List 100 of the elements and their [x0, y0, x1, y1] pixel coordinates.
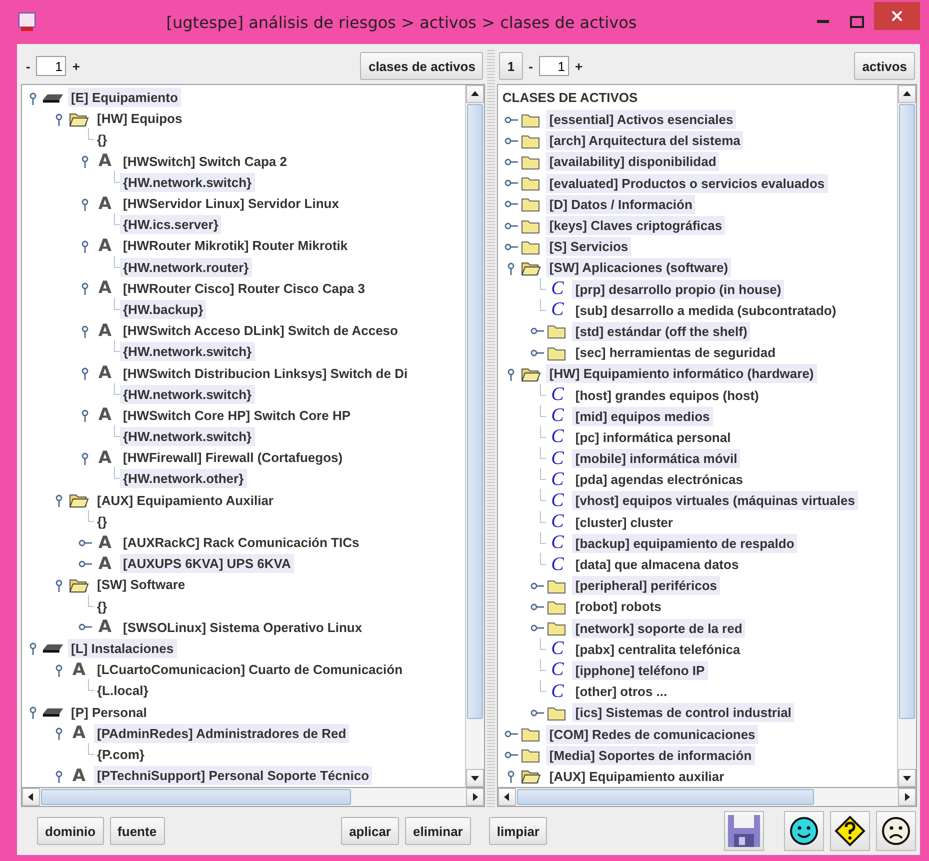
tree-item[interactable]: [prp] desarrollo propio (in house)	[572, 280, 784, 299]
tree-item[interactable]: [arch] Arquitectura del sistema	[546, 131, 744, 150]
tree-item[interactable]: {P.com}	[94, 744, 148, 764]
open-folder-icon	[521, 768, 542, 784]
decrement-button[interactable]: -	[23, 55, 34, 77]
tree-item[interactable]: [PAdminRedes] Administradores de Red	[94, 724, 350, 743]
tree-item[interactable]: [HW] Equipos	[94, 109, 186, 128]
asset-classes-button[interactable]: clases de activos	[360, 52, 484, 80]
tree-item[interactable]: {HW.network.router}	[120, 258, 252, 277]
tree-item[interactable]: [HWSwitch Core HP] Switch Core HP	[120, 406, 354, 425]
tree-item[interactable]: [SW] Aplicaciones (software)	[546, 258, 732, 278]
tree-item[interactable]: {HW.network.switch}	[120, 342, 255, 362]
tree-item[interactable]: [S] Servicios	[546, 237, 632, 256]
tree-item[interactable]: [pabx] centralita telefónica	[572, 640, 744, 659]
action-button[interactable]: eliminar	[405, 817, 471, 845]
tree-item[interactable]: [mid] equipos medios	[572, 406, 713, 426]
tree-item[interactable]: {}	[94, 512, 110, 531]
footer-button[interactable]: dominio	[37, 817, 104, 845]
sad-button[interactable]	[876, 811, 916, 851]
folder-icon	[547, 598, 568, 615]
tree-item[interactable]: [LCuartoComunicacion] Cuarto de Comunicación	[94, 660, 406, 680]
folder-icon	[521, 196, 542, 212]
tree-item[interactable]: [HWRouter Mikrotik] Router Mikrotik	[120, 236, 351, 256]
tree-item[interactable]: [PTechniSupport] Personal Soporte Técnico	[94, 766, 372, 786]
tree-item[interactable]: [HW] Equipamiento informático (hardware)	[546, 364, 817, 384]
tree-item[interactable]: [AUX] Equipamiento Auxiliar	[94, 490, 276, 510]
tree-item[interactable]: [pda] agendas electrónicas	[572, 470, 746, 490]
tree-item[interactable]: [robot] robots	[572, 597, 664, 616]
tree-item[interactable]: {HW.network.switch}	[120, 427, 255, 446]
tree-item[interactable]: [HWFirewall] Firewall (Cortafuegos)	[120, 448, 346, 468]
tree-item[interactable]: [availability] disponibilidad	[546, 152, 720, 172]
tree-item[interactable]: [data] que almacena datos	[572, 555, 742, 574]
tree-item[interactable]: [HWSwitch] Switch Capa 2	[120, 152, 290, 171]
action-button[interactable]: limpiar	[488, 817, 548, 845]
tree-item[interactable]: [D] Datos / Información	[546, 194, 696, 214]
tree-item[interactable]: [evaluated] Productos o servicios evaluados	[546, 174, 828, 193]
tree-item[interactable]: [std] estándar (off the shelf)	[572, 322, 750, 341]
tree-item[interactable]: [network] soporte de la red	[572, 618, 746, 638]
page-field[interactable]: 1	[36, 56, 66, 76]
class-icon: C	[550, 448, 564, 470]
vertical-scrollbar[interactable]	[465, 85, 484, 787]
level-button[interactable]: 1	[499, 52, 523, 80]
tree-item[interactable]: {}	[94, 130, 110, 150]
tree-item[interactable]: {L.local}	[94, 681, 152, 700]
tree-item[interactable]: [host] grandes equipos (host)	[572, 386, 762, 405]
tree-item[interactable]: [SWSOLinux] Sistema Operativo Linux	[120, 618, 366, 637]
tree-item[interactable]: [COM] Redes de comunicaciones	[546, 724, 758, 744]
footer-button[interactable]: fuente	[110, 817, 165, 845]
tree-item[interactable]: [other] otros ...	[572, 682, 670, 702]
tree-item[interactable]: {}	[94, 596, 110, 616]
tree-item[interactable]: [HWRouter Cisco] Router Cisco Capa 3	[120, 278, 368, 298]
tree-item[interactable]: [E] Equipamiento	[68, 88, 181, 108]
tree-item[interactable]: [AUXUPS 6KVA] UPS 6KVA	[120, 554, 294, 574]
tree-item[interactable]: [ipphone] teléfono IP	[572, 660, 708, 680]
tree-item[interactable]: [SW] Software	[94, 575, 188, 594]
close-button[interactable]	[874, 2, 920, 30]
happy-button[interactable]	[784, 811, 824, 851]
tree-item[interactable]: [sec] herramientas de seguridad	[572, 343, 779, 362]
increment-button[interactable]: +	[69, 55, 83, 77]
tree-item[interactable]: [vhost] equipos virtuales (máquinas virtuales	[572, 491, 858, 510]
tree-item[interactable]: [P] Personal	[68, 702, 150, 722]
folder-icon	[521, 175, 542, 192]
vertical-scrollbar[interactable]	[897, 85, 916, 787]
tree-item[interactable]: [ics] Sistemas de control industrial	[572, 703, 794, 722]
tree-item[interactable]: [HWSwitch Distribucion Linksys] Switch de Di	[120, 364, 411, 383]
tree-item[interactable]: {HW.network.switch}	[120, 384, 255, 404]
tree-item[interactable]: [AUX] Equipamiento auxiliar	[546, 766, 728, 786]
minimize-icon	[817, 20, 829, 24]
horizontal-scrollbar[interactable]	[497, 788, 917, 807]
tree-item[interactable]: [cluster] cluster	[572, 512, 676, 532]
folder-icon	[521, 747, 542, 764]
folder-icon	[521, 154, 542, 170]
tree-item[interactable]: [backup] equipamiento de respaldo	[572, 534, 798, 553]
tree-item[interactable]: [sub] desarrollo a medida (subcontratado)	[572, 300, 840, 320]
tree-item[interactable]: [AUXRackC] Rack Comunicación TICs	[120, 533, 362, 552]
help-button[interactable]	[830, 811, 870, 851]
tree-item[interactable]: [mobile] informática móvil	[572, 449, 740, 468]
tree-item[interactable]: {HW.backup}	[120, 300, 206, 319]
left-arrow-icon	[26, 792, 36, 802]
tree-item[interactable]: [peripheral] periféricos	[572, 576, 720, 596]
horizontal-scrollbar[interactable]	[21, 788, 486, 807]
tree-item[interactable]: {HW.ics.server}	[120, 215, 222, 234]
tree-item[interactable]: [Media] Soportes de información	[546, 746, 755, 765]
action-button[interactable]: aplicar	[341, 817, 399, 845]
tree-item[interactable]: [HWServidor Linux] Servidor Linux	[120, 194, 342, 214]
down-arrow-icon	[470, 773, 480, 783]
tree-item[interactable]: [essential] Activos esenciales	[546, 110, 736, 130]
assets-button[interactable]: activos	[854, 52, 915, 80]
attribute-icon: A	[98, 151, 112, 172]
attribute-icon: A	[98, 405, 112, 426]
increment-button[interactable]: +	[572, 55, 586, 77]
tree-item[interactable]: [L] Instalaciones	[68, 638, 177, 658]
tree-item[interactable]: {HW.network.other}	[120, 469, 247, 488]
tree-item[interactable]: [pc] informática personal	[572, 428, 734, 447]
save-button[interactable]	[724, 811, 764, 851]
decrement-button[interactable]: -	[526, 55, 536, 77]
tree-item[interactable]: [HWSwitch Acceso DLink] Switch de Acceso	[120, 321, 401, 340]
tree-item[interactable]: {HW.network.switch}	[120, 172, 255, 192]
tree-item[interactable]: [keys] Claves criptográficas	[546, 216, 726, 236]
page-field[interactable]: 1	[538, 56, 569, 76]
